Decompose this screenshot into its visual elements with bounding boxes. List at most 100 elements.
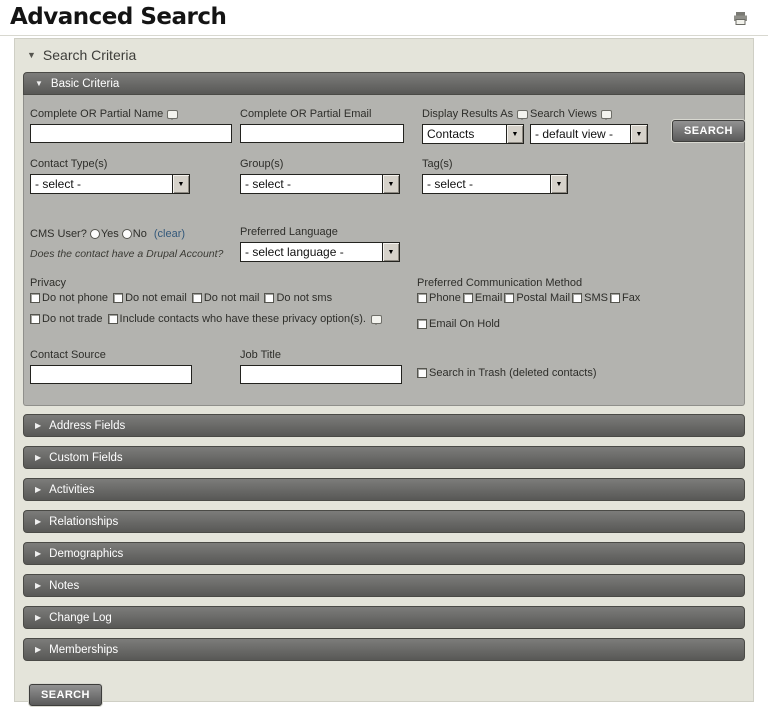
privacy-include-label: Include contacts who have these privacy … — [120, 313, 366, 325]
contact-type-value: - select - — [31, 177, 81, 191]
cms-user-yes-radio[interactable] — [90, 229, 100, 239]
field-name: Complete OR Partial Name — [30, 108, 232, 143]
chevron-down-icon: ▼ — [630, 125, 647, 143]
checkbox-icon[interactable] — [192, 293, 202, 303]
tag-select[interactable]: - select - ▼ — [422, 174, 568, 194]
privacy-option-label: Do not trade — [42, 313, 103, 325]
privacy-include-option[interactable]: Include contacts who have these privacy … — [108, 313, 366, 325]
chevron-down-icon: ▼ — [506, 125, 523, 143]
display-results-select[interactable]: Contacts ▼ — [422, 124, 524, 144]
email-on-hold-label: Email On Hold — [429, 318, 500, 330]
cms-user-no-radio[interactable] — [122, 229, 132, 239]
clear-link[interactable]: (clear) — [154, 228, 185, 240]
field-contact-source: Contact Source — [30, 349, 192, 384]
printer-icon[interactable] — [733, 12, 748, 30]
comm-email[interactable]: Email — [463, 292, 503, 304]
comm-option-label: SMS — [584, 292, 608, 304]
preferred-language-label: Preferred Language — [240, 226, 400, 238]
comm-sms[interactable]: SMS — [572, 292, 608, 304]
section-demographics[interactable]: ▶ Demographics — [23, 542, 745, 565]
group-select[interactable]: - select - ▼ — [240, 174, 400, 194]
comm-option-label: Postal Mail — [516, 292, 570, 304]
chevron-right-icon: ▶ — [35, 645, 41, 654]
basic-criteria-label: Basic Criteria — [51, 78, 119, 90]
checkbox-icon[interactable] — [572, 293, 582, 303]
checkbox-icon[interactable] — [417, 293, 427, 303]
comm-fax[interactable]: Fax — [610, 292, 640, 304]
search-button-bottom[interactable]: SEARCH — [29, 684, 102, 706]
search-views-select[interactable]: - default view - ▼ — [530, 124, 648, 144]
checkbox-icon[interactable] — [463, 293, 473, 303]
privacy-do-not-mail[interactable]: Do not mail — [192, 292, 260, 304]
checkbox-icon[interactable] — [108, 314, 118, 324]
comm-method-label: Preferred Communication Method — [417, 277, 582, 289]
chevron-down-icon: ▼ — [550, 175, 567, 193]
cms-user-no-label: No — [133, 228, 147, 240]
tag-value: - select - — [423, 177, 473, 191]
chevron-right-icon: ▶ — [35, 485, 41, 494]
contact-source-label-text: Contact Source — [30, 349, 106, 361]
section-custom-fields[interactable]: ▶ Custom Fields — [23, 446, 745, 469]
search-criteria-header[interactable]: ▼ Search Criteria — [15, 39, 753, 72]
field-email: Complete OR Partial Email — [240, 108, 404, 143]
group-label-text: Group(s) — [240, 158, 283, 170]
checkbox-icon[interactable] — [30, 293, 40, 303]
checkbox-icon[interactable] — [264, 293, 274, 303]
display-results-label: Display Results As — [422, 108, 528, 120]
search-button-top[interactable]: SEARCH — [672, 120, 745, 142]
privacy-do-not-sms[interactable]: Do not sms — [264, 292, 332, 304]
chevron-down-icon: ▼ — [382, 243, 399, 261]
help-icon[interactable] — [601, 110, 612, 119]
chevron-right-icon: ▶ — [35, 453, 41, 462]
section-label: Activities — [49, 484, 94, 496]
chevron-down-icon: ▼ — [35, 79, 43, 88]
privacy-do-not-trade[interactable]: Do not trade — [30, 313, 103, 325]
comm-phone[interactable]: Phone — [417, 292, 461, 304]
section-label: Custom Fields — [49, 452, 123, 464]
job-title-label-text: Job Title — [240, 349, 281, 361]
email-label-text: Complete OR Partial Email — [240, 108, 371, 120]
checkbox-icon[interactable] — [417, 319, 427, 329]
help-icon[interactable] — [371, 315, 382, 324]
email-input[interactable] — [240, 124, 404, 143]
name-label: Complete OR Partial Name — [30, 108, 232, 120]
search-criteria-label: Search Criteria — [43, 47, 136, 63]
name-input[interactable] — [30, 124, 232, 143]
privacy-label: Privacy — [30, 277, 66, 289]
checkbox-icon[interactable] — [610, 293, 620, 303]
section-change-log[interactable]: ▶ Change Log — [23, 606, 745, 629]
basic-criteria-header[interactable]: ▼ Basic Criteria — [23, 72, 745, 95]
contact-type-label: Contact Type(s) — [30, 158, 190, 170]
help-icon[interactable] — [167, 110, 178, 119]
help-icon[interactable] — [517, 110, 528, 119]
comm-postal-mail[interactable]: Postal Mail — [504, 292, 570, 304]
checkbox-icon[interactable] — [30, 314, 40, 324]
page-title: Advanced Search — [10, 4, 226, 30]
search-trash-checkbox[interactable]: Search in Trash (deleted contacts) — [417, 367, 597, 379]
page-header: Advanced Search — [0, 0, 768, 36]
chevron-down-icon: ▼ — [172, 175, 189, 193]
checkbox-icon[interactable] — [504, 293, 514, 303]
preferred-language-select[interactable]: - select language - ▼ — [240, 242, 400, 262]
checkbox-icon[interactable] — [113, 293, 123, 303]
privacy-do-not-phone[interactable]: Do not phone — [30, 292, 108, 304]
section-memberships[interactable]: ▶ Memberships — [23, 638, 745, 661]
field-search-views: Search Views - default view - ▼ — [530, 108, 648, 144]
section-activities[interactable]: ▶ Activities — [23, 478, 745, 501]
contact-type-select[interactable]: - select - ▼ — [30, 174, 190, 194]
chevron-down-icon: ▼ — [382, 175, 399, 193]
section-label: Change Log — [49, 612, 112, 624]
email-on-hold-checkbox[interactable]: Email On Hold — [417, 318, 500, 330]
job-title-input[interactable] — [240, 365, 402, 384]
privacy-option-label: Do not sms — [276, 292, 332, 304]
contact-source-input[interactable] — [30, 365, 192, 384]
privacy-do-not-email[interactable]: Do not email — [113, 292, 187, 304]
field-tag: Tag(s) - select - ▼ — [422, 158, 568, 194]
section-relationships[interactable]: ▶ Relationships — [23, 510, 745, 533]
group-label: Group(s) — [240, 158, 400, 170]
preferred-language-value: - select language - — [241, 245, 344, 259]
section-address-fields[interactable]: ▶ Address Fields — [23, 414, 745, 437]
section-notes[interactable]: ▶ Notes — [23, 574, 745, 597]
checkbox-icon[interactable] — [417, 368, 427, 378]
comm-option-label: Fax — [622, 292, 640, 304]
